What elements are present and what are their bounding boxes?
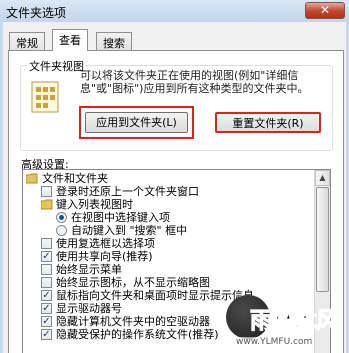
option-label: 隐藏计算机文件夹中的空驱动器: [56, 315, 210, 328]
close-icon: ✕: [319, 3, 331, 17]
checkbox[interactable]: ✓: [41, 303, 52, 314]
watermark-text: 雨林木风: [250, 308, 340, 335]
reset-folders-button[interactable]: 重置文件夹(R): [215, 112, 321, 133]
option-label: 显示驱动器号: [56, 302, 122, 315]
checkbox[interactable]: ✓: [41, 329, 52, 340]
close-button[interactable]: ✕: [305, 2, 345, 19]
title-bar: 文件夹选项 ✕: [0, 0, 349, 22]
option-label: 自动键入到 "搜索" 框中: [71, 224, 188, 237]
tab-search-label: 搜索: [103, 37, 125, 50]
folder-views-title: 文件夹视图: [27, 58, 86, 74]
folder-views-description: 可以将该文件夹正在使用的视图(例如"详细信息"或"图标")应用到所有这种类型的文…: [80, 69, 309, 95]
checkbox[interactable]: [41, 186, 52, 197]
folder-icon: [26, 173, 38, 184]
option-label: 始终显示菜单: [56, 263, 122, 276]
checkbox[interactable]: ✓: [41, 316, 52, 327]
option-label: 鼠标指向文件夹和桌面项时显示提示信息: [56, 289, 254, 302]
option-sharing-wizard[interactable]: ✓ 使用共享向导(推荐): [41, 250, 301, 263]
checkbox[interactable]: ✓: [41, 251, 52, 262]
option-label: 登录时还原上一个文件夹窗口: [56, 185, 199, 198]
option-restore-windows[interactable]: 登录时还原上一个文件夹窗口: [41, 185, 301, 198]
window-title: 文件夹选项: [6, 6, 67, 20]
folder-view-icon: [31, 81, 59, 113]
option-select-typed-item[interactable]: 在视图中选择键入项: [56, 211, 306, 224]
apply-to-folders-button[interactable]: 应用到文件夹(L): [85, 112, 188, 133]
option-type-into-search[interactable]: 自动键入到 "搜索" 框中: [56, 224, 306, 237]
checkbox[interactable]: [41, 264, 52, 275]
option-label: 在视图中选择键入项: [71, 211, 170, 224]
watermark-url: www.YLMFU.com: [234, 337, 315, 347]
checkbox[interactable]: [41, 238, 52, 249]
radio-button[interactable]: [56, 212, 67, 223]
folder-icon: [41, 199, 53, 210]
tree-item-label: 键入列表视图时: [56, 198, 133, 211]
tree-item-typing-list-view[interactable]: 键入列表视图时: [41, 198, 301, 211]
option-label: 隐藏受保护的操作系统文件(推荐): [56, 328, 219, 341]
folder-views-group: 文件夹视图 可以将该文件夹正在使用的视图(例如"详细信息"或"图标")应用到所有…: [20, 58, 333, 151]
option-always-show-menus[interactable]: 始终显示菜单: [41, 263, 301, 276]
option-label: 使用复选框以选择项: [56, 237, 155, 250]
option-always-show-icons[interactable]: 始终显示图标，从不显示缩略图: [41, 276, 311, 289]
checkbox[interactable]: ✓: [41, 290, 52, 301]
tab-general-label: 常规: [16, 37, 38, 50]
checkbox[interactable]: [41, 277, 52, 288]
tree-item-files-folders[interactable]: 文件和文件夹: [26, 172, 306, 185]
tab-general[interactable]: 常规: [9, 32, 45, 50]
tab-view[interactable]: 查看: [52, 29, 88, 51]
radio-button[interactable]: [56, 225, 67, 236]
scroll-thumb[interactable]: [316, 187, 329, 292]
option-label: 使用共享向导(推荐): [56, 250, 153, 263]
option-label: 始终显示图标，从不显示缩略图: [56, 276, 210, 289]
tab-view-label: 查看: [59, 34, 81, 47]
tab-search[interactable]: 搜索: [96, 32, 132, 50]
watermark-logo: 雨林木风 www.YLMFU.com: [226, 295, 346, 350]
scroll-up-icon[interactable]: ▲: [315, 170, 330, 186]
tree-item-label: 文件和文件夹: [42, 172, 108, 185]
option-use-checkboxes[interactable]: 使用复选框以选择项: [41, 237, 301, 250]
